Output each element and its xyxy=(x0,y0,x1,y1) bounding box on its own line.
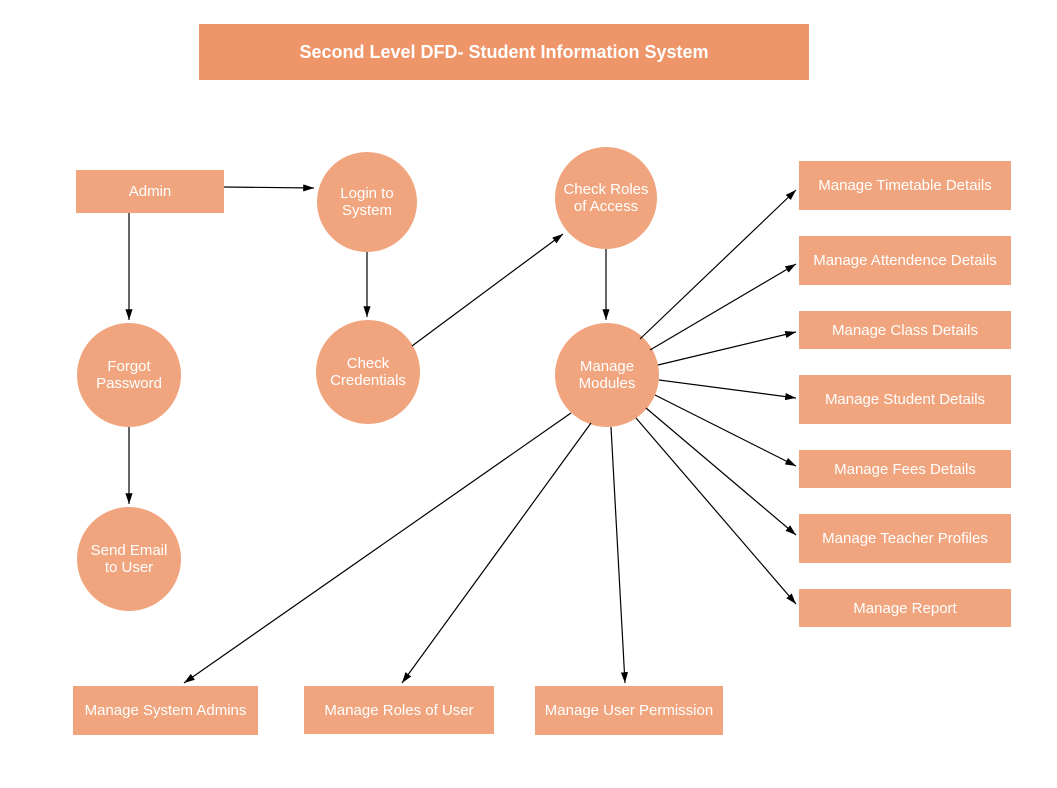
node-send-email-to-user: Send Email to User xyxy=(77,507,181,611)
node-forgot-password: Forgot Password xyxy=(77,323,181,427)
node-manage-student-details: Manage Student Details xyxy=(799,375,1011,424)
node-manage-system-admins: Manage System Admins xyxy=(73,686,258,735)
node-admin: Admin xyxy=(76,170,224,213)
node-manage-attendance-details: Manage Attendence Details xyxy=(799,236,1011,285)
node-manage-user-permission: Manage User Permission xyxy=(535,686,723,735)
node-manage-teacher-profiles: Manage Teacher Profiles xyxy=(799,514,1011,563)
node-manage-report: Manage Report xyxy=(799,589,1011,627)
node-check-credentials: Check Credentials xyxy=(316,320,420,424)
node-manage-fees-details: Manage Fees Details xyxy=(799,450,1011,488)
node-manage-timetable-details: Manage Timetable Details xyxy=(799,161,1011,210)
diagram-title: Second Level DFD- Student Information Sy… xyxy=(199,24,809,80)
node-manage-modules: Manage Modules xyxy=(555,323,659,427)
node-login-to-system: Login to System xyxy=(317,152,417,252)
node-manage-roles-of-user: Manage Roles of User xyxy=(304,686,494,734)
node-check-roles-of-access: Check Roles of Access xyxy=(555,147,657,249)
node-manage-class-details: Manage Class Details xyxy=(799,311,1011,349)
